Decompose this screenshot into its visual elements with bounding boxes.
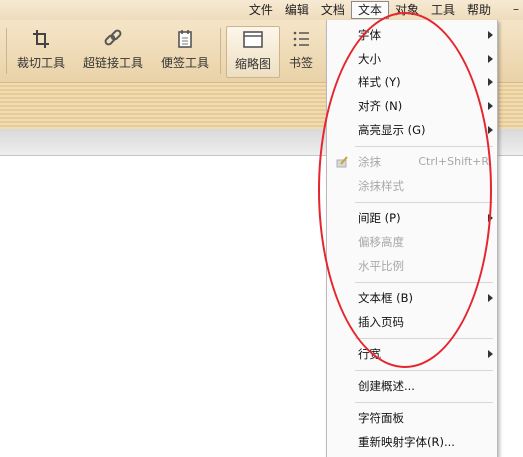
- hyperlink-tool-label: 超链接工具: [82, 56, 143, 70]
- submenu-arrow-icon: [488, 55, 493, 63]
- menu-item-label: 涂抹: [358, 155, 381, 169]
- submenu-arrow-icon: [488, 78, 493, 86]
- menu-separator: [355, 202, 493, 203]
- menu-file[interactable]: 文件: [243, 1, 279, 19]
- menu-item-label: 高亮显示 (G): [358, 123, 426, 137]
- menu-item-label: 行宽: [358, 347, 381, 361]
- thumbnail-icon: [243, 31, 263, 48]
- toolbar-separator: [220, 28, 221, 74]
- menu-help[interactable]: 帮助: [461, 1, 497, 19]
- note-tool-label: 便签工具: [160, 56, 209, 70]
- menu-edit[interactable]: 编辑: [279, 1, 315, 19]
- menu-item-offset-height: 偏移高度: [327, 231, 497, 253]
- submenu-arrow-icon: [488, 214, 493, 222]
- menu-item-label: 水平比例: [358, 259, 404, 273]
- menu-item-label: 字体: [358, 28, 381, 42]
- menu-item-text-box[interactable]: 文本框 (B): [327, 287, 497, 309]
- menu-document[interactable]: 文档: [315, 1, 351, 19]
- menu-item-redact: 涂抹 Ctrl+Shift+R: [327, 151, 497, 173]
- menu-object[interactable]: 对象: [389, 1, 425, 19]
- menu-item-create-outline[interactable]: 创建概述...: [327, 375, 497, 397]
- menu-item-highlight[interactable]: 高亮显示 (G): [327, 119, 497, 141]
- chain-link-icon: [104, 29, 122, 46]
- menu-item-label: 间距 (P): [358, 211, 401, 225]
- menu-item-label: 对齐 (N): [358, 99, 403, 113]
- menu-item-spacing[interactable]: 间距 (P): [327, 207, 497, 229]
- menu-item-character-panel[interactable]: 字符面板: [327, 407, 497, 429]
- submenu-arrow-icon: [488, 126, 493, 134]
- menu-item-label: 涂抹样式: [358, 179, 404, 193]
- menu-separator: [355, 338, 493, 339]
- crop-icon: [33, 30, 49, 48]
- menu-item-horizontal-scale: 水平比例: [327, 255, 497, 277]
- menu-text[interactable]: 文本: [350, 1, 389, 19]
- crop-tool-label: 裁切工具: [16, 56, 65, 70]
- menu-item-label: 偏移高度: [358, 235, 404, 249]
- list-icon: [293, 31, 309, 47]
- bookmark-label: 书签: [288, 56, 313, 70]
- menu-item-label: 重新映射字体(R)...: [358, 435, 455, 449]
- note-tool-button[interactable]: 便签工具: [158, 26, 212, 76]
- minimize-button[interactable]: –: [513, 2, 519, 16]
- menu-item-redact-style: 涂抹样式: [327, 175, 497, 197]
- submenu-arrow-icon: [488, 31, 493, 39]
- submenu-arrow-icon: [488, 102, 493, 110]
- menu-item-size[interactable]: 大小: [327, 48, 497, 70]
- text-dropdown-menu: 字体 大小 样式 (Y) 对齐 (N) 高亮显示 (G) 涂抹 Ctrl+Shi…: [326, 20, 498, 457]
- menu-item-line-width[interactable]: 行宽: [327, 343, 497, 365]
- menu-separator: [355, 402, 493, 403]
- menu-item-label: 文本框 (B): [358, 291, 414, 305]
- submenu-arrow-icon: [488, 294, 493, 302]
- thumbnail-button[interactable]: 缩略图: [226, 26, 280, 78]
- menu-item-shortcut: Ctrl+Shift+R: [418, 155, 489, 168]
- menu-item-label: 创建概述...: [358, 379, 415, 393]
- hyperlink-tool-button[interactable]: 超链接工具: [80, 26, 146, 76]
- menu-separator: [355, 282, 493, 283]
- submenu-arrow-icon: [488, 350, 493, 358]
- toolbar-separator: [6, 28, 7, 74]
- notepad-icon: [178, 30, 192, 48]
- bookmark-button[interactable]: 书签: [284, 26, 318, 76]
- menu-separator: [355, 370, 493, 371]
- title-bar: 文件 编辑 文档 文本 对象 工具 帮助 –: [0, 0, 523, 20]
- menu-item-font[interactable]: 字体: [327, 24, 497, 46]
- thumbnail-label: 缩略图: [234, 57, 271, 71]
- menu-item-style[interactable]: 样式 (Y): [327, 71, 497, 93]
- menu-item-label: 大小: [358, 52, 381, 66]
- menu-item-align[interactable]: 对齐 (N): [327, 95, 497, 117]
- menu-separator: [355, 146, 493, 147]
- menu-item-label: 字符面板: [358, 411, 404, 425]
- menu-item-remap-fonts[interactable]: 重新映射字体(R)...: [327, 431, 497, 453]
- menu-item-label: 插入页码: [358, 315, 404, 329]
- menu-item-insert-page-number[interactable]: 插入页码: [327, 311, 497, 333]
- eraser-icon: [336, 156, 348, 168]
- crop-tool-button[interactable]: 裁切工具: [14, 26, 68, 76]
- menu-item-label: 样式 (Y): [358, 75, 401, 89]
- menu-tools[interactable]: 工具: [425, 1, 461, 19]
- menu-bar: 文件 编辑 文档 文本 对象 工具 帮助: [243, 1, 497, 19]
